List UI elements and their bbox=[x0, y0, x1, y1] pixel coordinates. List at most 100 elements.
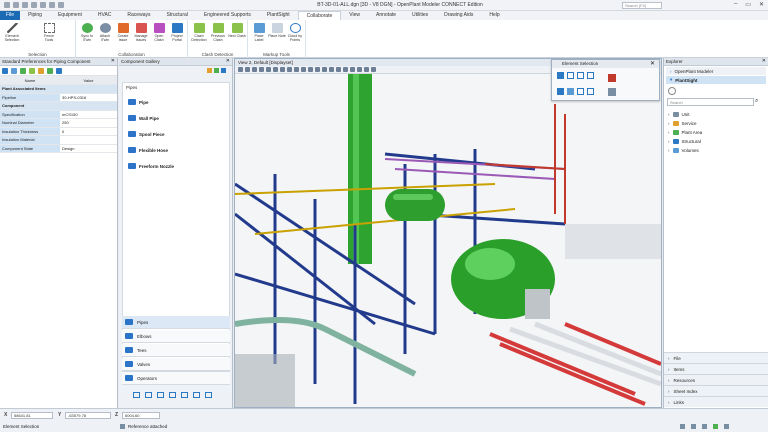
clear-icon[interactable] bbox=[587, 88, 594, 95]
section-header[interactable]: Plant Associated Items bbox=[0, 84, 117, 94]
close-icon[interactable]: ✕ bbox=[650, 60, 655, 67]
add-icon[interactable] bbox=[557, 88, 564, 95]
x-coordinate-field[interactable]: 58641.81 bbox=[11, 412, 53, 419]
status-ok-icon[interactable] bbox=[713, 424, 718, 429]
view-tool-icon[interactable] bbox=[336, 67, 341, 72]
search-input[interactable]: Search (F4) bbox=[622, 2, 662, 9]
project-portal-button[interactable]: Project Portal bbox=[168, 23, 186, 42]
tab-piping[interactable]: Piping bbox=[20, 11, 50, 20]
tool-icon[interactable] bbox=[38, 68, 44, 74]
view-tool-icon[interactable] bbox=[371, 67, 376, 72]
place-label-button[interactable]: Place Label bbox=[250, 23, 268, 42]
view-tool-icon[interactable] bbox=[301, 67, 306, 72]
view-tool-icon[interactable] bbox=[238, 67, 243, 72]
gallery-item-freeform-nozzle[interactable]: Freeform Nozzle bbox=[128, 163, 174, 169]
table-row[interactable]: Insulation Thickness 0 bbox=[0, 127, 117, 136]
tree-item-plant-area[interactable]: › Plant Area bbox=[668, 130, 702, 135]
sync-to-itwin-button[interactable]: Sync to iTwin bbox=[78, 23, 96, 42]
table-row[interactable]: Component State Design bbox=[0, 144, 117, 153]
plant-3d-model[interactable] bbox=[235, 74, 661, 407]
tree-item-service[interactable]: › Service bbox=[668, 121, 697, 126]
notification-icon[interactable] bbox=[724, 424, 729, 429]
line-select-icon[interactable] bbox=[587, 72, 594, 79]
explorer-bar-items[interactable]: › Items bbox=[664, 363, 768, 374]
tab-file[interactable]: File bbox=[0, 11, 21, 20]
level-icon[interactable] bbox=[702, 424, 707, 429]
snap-icon[interactable] bbox=[691, 424, 696, 429]
shape-select-icon[interactable] bbox=[577, 72, 584, 79]
explorer-bar-sheet-index[interactable]: › Sheet Index bbox=[664, 385, 768, 396]
table-row[interactable]: Specification mCS150 bbox=[0, 110, 117, 119]
close-icon[interactable]: ✕ bbox=[111, 58, 115, 64]
box-select-icon[interactable] bbox=[567, 72, 574, 79]
lock-icon[interactable] bbox=[680, 424, 685, 429]
tool-icon[interactable] bbox=[56, 68, 62, 74]
minimize-icon[interactable]: – bbox=[734, 1, 737, 8]
explorer-bar-links[interactable]: › Links bbox=[664, 396, 768, 407]
view-tool-icon[interactable] bbox=[287, 67, 292, 72]
tree-item-unit[interactable]: › Unit bbox=[668, 112, 690, 117]
tool-icon[interactable] bbox=[207, 68, 212, 73]
create-issue-button[interactable]: Create Issue bbox=[114, 23, 132, 42]
tab-engineered-supports[interactable]: Engineered Supports bbox=[196, 11, 259, 20]
y-coordinate-field[interactable]: -63579.78 bbox=[65, 412, 111, 419]
gallery-item-spool-piece[interactable]: Spool Piece bbox=[128, 131, 165, 137]
fence-tools-button[interactable]: Fence Tools bbox=[40, 23, 58, 42]
table-row[interactable]: Insulation Material bbox=[0, 135, 117, 145]
tab-drawing-aids[interactable]: Drawing Aids bbox=[436, 11, 481, 20]
category-operators[interactable]: Operators bbox=[122, 372, 230, 385]
tab-hvac[interactable]: HVAC bbox=[90, 11, 120, 20]
tab-equipment[interactable]: Equipment bbox=[50, 11, 90, 20]
tool-icon[interactable] bbox=[133, 392, 140, 398]
tab-plantsight[interactable]: PlantSight bbox=[259, 11, 298, 20]
view-tool-icon[interactable] bbox=[329, 67, 334, 72]
gallery-item-pipe[interactable]: Pipe bbox=[128, 99, 149, 105]
table-row[interactable]: Pipeline 30-HPS-0316 bbox=[0, 93, 117, 102]
quick-access-toolbar[interactable] bbox=[4, 2, 64, 8]
gallery-item-wall-pipe[interactable]: Wall Pipe bbox=[128, 115, 159, 121]
options-icon[interactable] bbox=[608, 88, 616, 96]
previous-clash-button[interactable]: Previous Clash bbox=[209, 23, 227, 42]
view-tool-icon[interactable] bbox=[308, 67, 313, 72]
tree-item-structural[interactable]: › Structural bbox=[668, 139, 701, 144]
tool-icon[interactable] bbox=[169, 392, 176, 398]
tool-icon[interactable] bbox=[47, 68, 53, 74]
gallery-item-flexible-hose[interactable]: Flexible Hose bbox=[128, 147, 168, 153]
invert-icon[interactable] bbox=[577, 88, 584, 95]
tool-icon[interactable] bbox=[145, 392, 152, 398]
category-pipes[interactable]: Pipes bbox=[122, 316, 230, 329]
attach-itwin-button[interactable]: Attach iTwin bbox=[96, 23, 114, 42]
manage-issues-button[interactable]: Manage Issues bbox=[132, 23, 150, 42]
element-selection-button[interactable]: Element Selection bbox=[3, 23, 21, 42]
category-elbows[interactable]: Elbows bbox=[122, 330, 230, 343]
view-tool-icon[interactable] bbox=[350, 67, 355, 72]
tool-icon[interactable] bbox=[11, 68, 17, 74]
tab-utilities[interactable]: Utilities bbox=[404, 11, 436, 20]
view-tool-icon[interactable] bbox=[245, 67, 250, 72]
tab-view[interactable]: View bbox=[341, 11, 368, 20]
clear-selection-icon[interactable] bbox=[608, 74, 616, 82]
tool-icon[interactable] bbox=[193, 392, 200, 398]
explorer-bar-file[interactable]: › File bbox=[664, 352, 768, 363]
table-row[interactable]: Nominal Diameter 250 bbox=[0, 118, 117, 128]
close-icon[interactable]: ✕ bbox=[762, 58, 766, 64]
open-clash-button[interactable]: Open Clash bbox=[150, 23, 168, 42]
view-tool-icon[interactable] bbox=[266, 67, 271, 72]
view-tool-icon[interactable] bbox=[259, 67, 264, 72]
tab-collaborate[interactable]: Collaborate bbox=[297, 11, 342, 20]
tool-icon[interactable] bbox=[20, 68, 26, 74]
explorer-search-input[interactable]: Search bbox=[667, 98, 754, 106]
filter-icon[interactable] bbox=[2, 68, 8, 74]
subtract-icon[interactable] bbox=[567, 88, 574, 95]
cloud-by-points-button[interactable]: Cloud by Points bbox=[286, 23, 304, 42]
tab-structural[interactable]: Structural bbox=[158, 11, 195, 20]
tool-icon[interactable] bbox=[221, 68, 226, 73]
view-tool-icon[interactable] bbox=[294, 67, 299, 72]
explorer-bar-resources[interactable]: › Resources bbox=[664, 374, 768, 385]
next-clash-button[interactable]: Next Clash bbox=[228, 23, 246, 38]
explorer-section-modeler[interactable]: › OpenPlant Modeler bbox=[666, 67, 766, 75]
category-valves[interactable]: Valves bbox=[122, 358, 230, 371]
tool-icon[interactable] bbox=[205, 392, 212, 398]
view-tool-icon[interactable] bbox=[343, 67, 348, 72]
view-tool-icon[interactable] bbox=[357, 67, 362, 72]
